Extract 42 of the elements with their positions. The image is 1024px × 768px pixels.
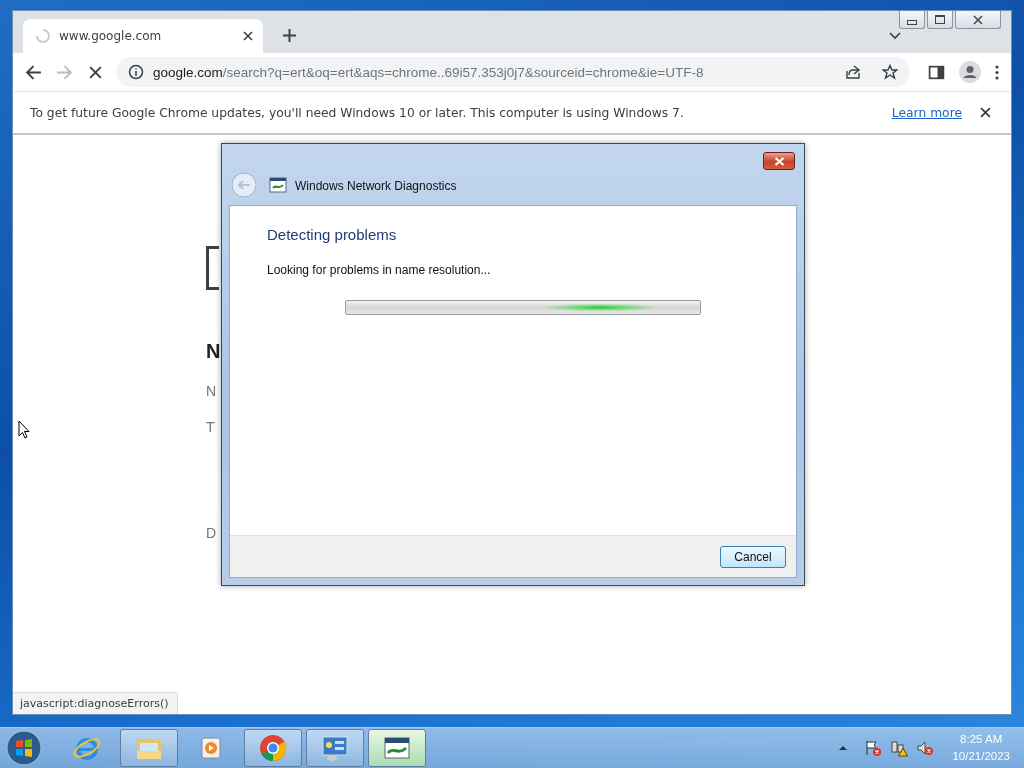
page-text: N <box>206 340 221 363</box>
address-bar[interactable]: google.com/search?q=ert&oq=ert&aqs=chrome..69i57.353j0j7&sourceid=chrome&ie=UTF-8 <box>116 57 910 87</box>
status-bubble: javascript:diagnoseErrors() <box>13 692 178 715</box>
up-arrow-icon[interactable] <box>838 745 849 751</box>
minimize-button[interactable] <box>899 11 925 29</box>
update-message: To get future Google Chrome updates, you'll need Windows 10 or later. This computer is using Windows 7. <box>30 105 684 120</box>
restore-button[interactable] <box>927 11 953 29</box>
close-button[interactable] <box>763 152 795 170</box>
dialog-title: Windows Network Diagnostics <box>295 179 457 193</box>
close-icon[interactable] <box>980 107 991 118</box>
network-diagnostics-icon <box>269 177 287 193</box>
share-icon[interactable] <box>845 64 861 80</box>
control-panel-icon <box>320 733 350 763</box>
star-icon[interactable] <box>882 64 898 80</box>
close-icon[interactable] <box>243 31 253 41</box>
cancel-button[interactable]: Cancel <box>720 545 786 568</box>
chevron-down-icon[interactable] <box>889 32 901 40</box>
learn-more-link[interactable]: Learn more <box>891 105 962 120</box>
page-text: T <box>206 419 215 435</box>
close-icon <box>973 14 983 25</box>
status-text: Looking for problems in name resolution... <box>267 263 492 277</box>
new-tab-icon[interactable] <box>283 29 296 42</box>
browser-tab[interactable]: www.google.com <box>23 19 263 53</box>
taskbar-app[interactable] <box>368 729 426 767</box>
page-text: D <box>206 525 217 541</box>
menu-icon[interactable] <box>995 63 999 81</box>
start-button[interactable] <box>6 730 42 766</box>
back-arrow-icon[interactable] <box>25 63 42 81</box>
clock-date: 10/21/2023 <box>952 749 1010 764</box>
side-panel-icon[interactable] <box>928 63 945 81</box>
info-icon[interactable] <box>128 64 144 80</box>
profile-avatar-icon[interactable] <box>959 61 981 83</box>
tab-title: www.google.com <box>59 29 163 43</box>
network-warning-icon[interactable] <box>890 739 909 757</box>
close-icon <box>773 156 785 166</box>
page-text: N <box>206 383 217 399</box>
mouse-pointer-icon <box>18 420 30 439</box>
chrome-logo-icon <box>258 733 288 763</box>
flag-warning-icon[interactable] <box>864 739 883 757</box>
speaker-muted-icon[interactable] <box>916 739 935 757</box>
dialog-heading: Detecting problems <box>267 226 398 243</box>
clock-time: 8:25 AM <box>960 732 1003 747</box>
